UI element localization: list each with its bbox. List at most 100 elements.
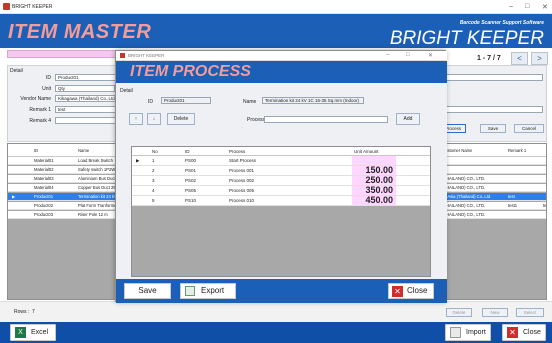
add-button[interactable]: Add: [396, 113, 420, 125]
cell-process-id: PS01: [185, 168, 197, 173]
cell-process: Process 002: [229, 178, 255, 183]
dialog-name-label: Name: [243, 99, 257, 105]
dialog-delete-button[interactable]: Delete: [167, 113, 195, 125]
col-name[interactable]: Name: [78, 148, 89, 153]
cell-unit-amount[interactable]: [352, 156, 396, 165]
window-title: BRIGHT KEEPER: [12, 4, 53, 10]
cell-id: Material01: [34, 158, 54, 163]
cell-unit-amount[interactable]: 150.00: [352, 166, 396, 175]
move-up-button[interactable]: ↑: [129, 113, 143, 125]
dialog-heading: ITEM PROCESS: [130, 63, 251, 80]
cell-no: 2: [152, 168, 155, 173]
search-bar[interactable]: [7, 50, 120, 58]
cell-name: Safety switch 1P2W 4: [78, 167, 119, 172]
header-banner: ITEM MASTER Barcode Scanner Support Soft…: [0, 14, 552, 49]
dialog-id-label: ID: [148, 99, 153, 105]
export-icon: [185, 286, 195, 296]
col-remark[interactable]: Remark 1: [508, 148, 526, 153]
row-pointer-icon: ▶: [12, 194, 16, 199]
cell-remark: test: [508, 194, 515, 199]
process-row[interactable]: 5 PS10 Process 010 450.00: [132, 196, 430, 206]
col-process[interactable]: Process: [229, 149, 245, 154]
excel-button[interactable]: X Excel: [10, 324, 56, 341]
dialog-titlebar: BRIGHT KEEPER – □ ✕: [116, 51, 447, 61]
col-no[interactable]: No: [152, 149, 158, 154]
id-label: ID: [46, 75, 51, 81]
import-label: Import: [466, 329, 486, 336]
right-field-3[interactable]: [439, 106, 543, 113]
close-label: Close: [523, 329, 541, 336]
cell-process: Process 010: [229, 198, 255, 203]
cell-no: 3: [152, 178, 155, 183]
window-titlebar: BRIGHT KEEPER – □ ✕: [0, 0, 552, 14]
process-table-header: No ID Process Unit Amount: [132, 147, 430, 156]
next-page-button[interactable]: >: [531, 52, 548, 65]
cell-name: Load Break Switch: [78, 158, 113, 163]
row-pointer-icon: ▶: [136, 158, 140, 163]
delete-button[interactable]: Delete: [446, 308, 472, 317]
cell-process-id: PS05: [185, 188, 197, 193]
cell-name: Termination kit 24 kV: [78, 194, 117, 199]
cell-name: Riser Pole 12 m: [78, 212, 108, 217]
cell-customer: (THAILAND) CO., LTD.: [442, 203, 486, 208]
dialog-minimize-button[interactable]: –: [386, 52, 389, 58]
dialog-save-button[interactable]: Save: [124, 283, 171, 299]
move-down-button[interactable]: ↓: [147, 113, 161, 125]
col-unit-amount[interactable]: Unit Amount: [354, 149, 379, 154]
maximize-button[interactable]: □: [525, 3, 529, 10]
minimize-button[interactable]: –: [509, 3, 513, 10]
import-button[interactable]: Import: [445, 324, 491, 341]
page-title: ITEM MASTER: [8, 21, 152, 43]
dialog-close-button[interactable]: ✕ Close: [388, 283, 434, 299]
cell-id: Material02: [34, 167, 54, 172]
cell-process: Process 005: [229, 188, 255, 193]
prev-page-button[interactable]: <: [511, 52, 528, 65]
col-id[interactable]: ID: [34, 148, 38, 153]
vendor-label: Vendor Name: [20, 96, 51, 102]
cell-process-id: PS00: [185, 158, 197, 163]
dialog-app-icon: [120, 53, 125, 58]
excel-icon: X: [15, 327, 26, 338]
close-window-button[interactable]: ✕: [542, 3, 548, 11]
item-process-dialog: BRIGHT KEEPER – □ ✕ ITEM PROCESS Detail …: [115, 50, 447, 303]
cell-unit-amount[interactable]: 250.00: [352, 176, 396, 185]
cell-process: Start Process: [229, 158, 257, 163]
import-icon: [450, 327, 461, 338]
save-button[interactable]: Save: [480, 124, 506, 133]
cell-id: Product02: [34, 203, 54, 208]
cell-process-id: PS10: [185, 198, 197, 203]
dialog-section-label: Detail: [120, 88, 133, 94]
dialog-name-field[interactable]: Termination kit 24 kV 1C 16-35 Sq.mm (In…: [262, 97, 364, 104]
new-button[interactable]: New: [482, 308, 508, 317]
remark2-label: Remark 4: [29, 118, 51, 124]
dialog-close-label: Close: [407, 286, 428, 295]
close-button[interactable]: ✕ Close: [502, 324, 546, 341]
cell-extra: te: [543, 203, 547, 208]
export-button[interactable]: Export: [180, 283, 236, 299]
dialog-maximize-button[interactable]: □: [406, 52, 410, 58]
tagline: Barcode Scanner Support Software: [459, 20, 544, 26]
select-button[interactable]: Select: [516, 308, 544, 317]
cell-unit-amount[interactable]: 450.00: [352, 196, 396, 205]
unit-select[interactable]: Qty: [55, 85, 115, 92]
cell-unit-amount[interactable]: 350.00: [352, 186, 396, 195]
status-bar: Rows : 7 Delete New Select: [0, 301, 552, 322]
cell-id: Product01: [34, 194, 54, 199]
brand-logo: BRIGHT KEEPER: [389, 28, 544, 49]
dialog-close-x-button[interactable]: ✕: [428, 52, 433, 59]
cancel-button[interactable]: Cancel: [514, 124, 544, 133]
app-icon: [3, 3, 10, 10]
dialog-id-field[interactable]: Product01: [161, 97, 211, 104]
col-process-id[interactable]: ID: [185, 149, 190, 154]
cell-no: 5: [152, 198, 155, 203]
export-label: Export: [201, 286, 225, 295]
remark1-label: Remark 1: [29, 107, 51, 113]
cell-process: Process 001: [229, 168, 255, 173]
cell-remark: test1: [508, 203, 518, 208]
cell-customer: (THAILAND) CO., LTD.: [442, 212, 486, 217]
vendor-field[interactable]: Kikagawa (Thailand) Co.,Ltd.: [55, 95, 121, 102]
process-select[interactable]: [264, 116, 388, 123]
cell-no: 4: [152, 188, 155, 193]
cell-id: Material04: [34, 185, 54, 190]
right-field-1[interactable]: [439, 74, 543, 81]
